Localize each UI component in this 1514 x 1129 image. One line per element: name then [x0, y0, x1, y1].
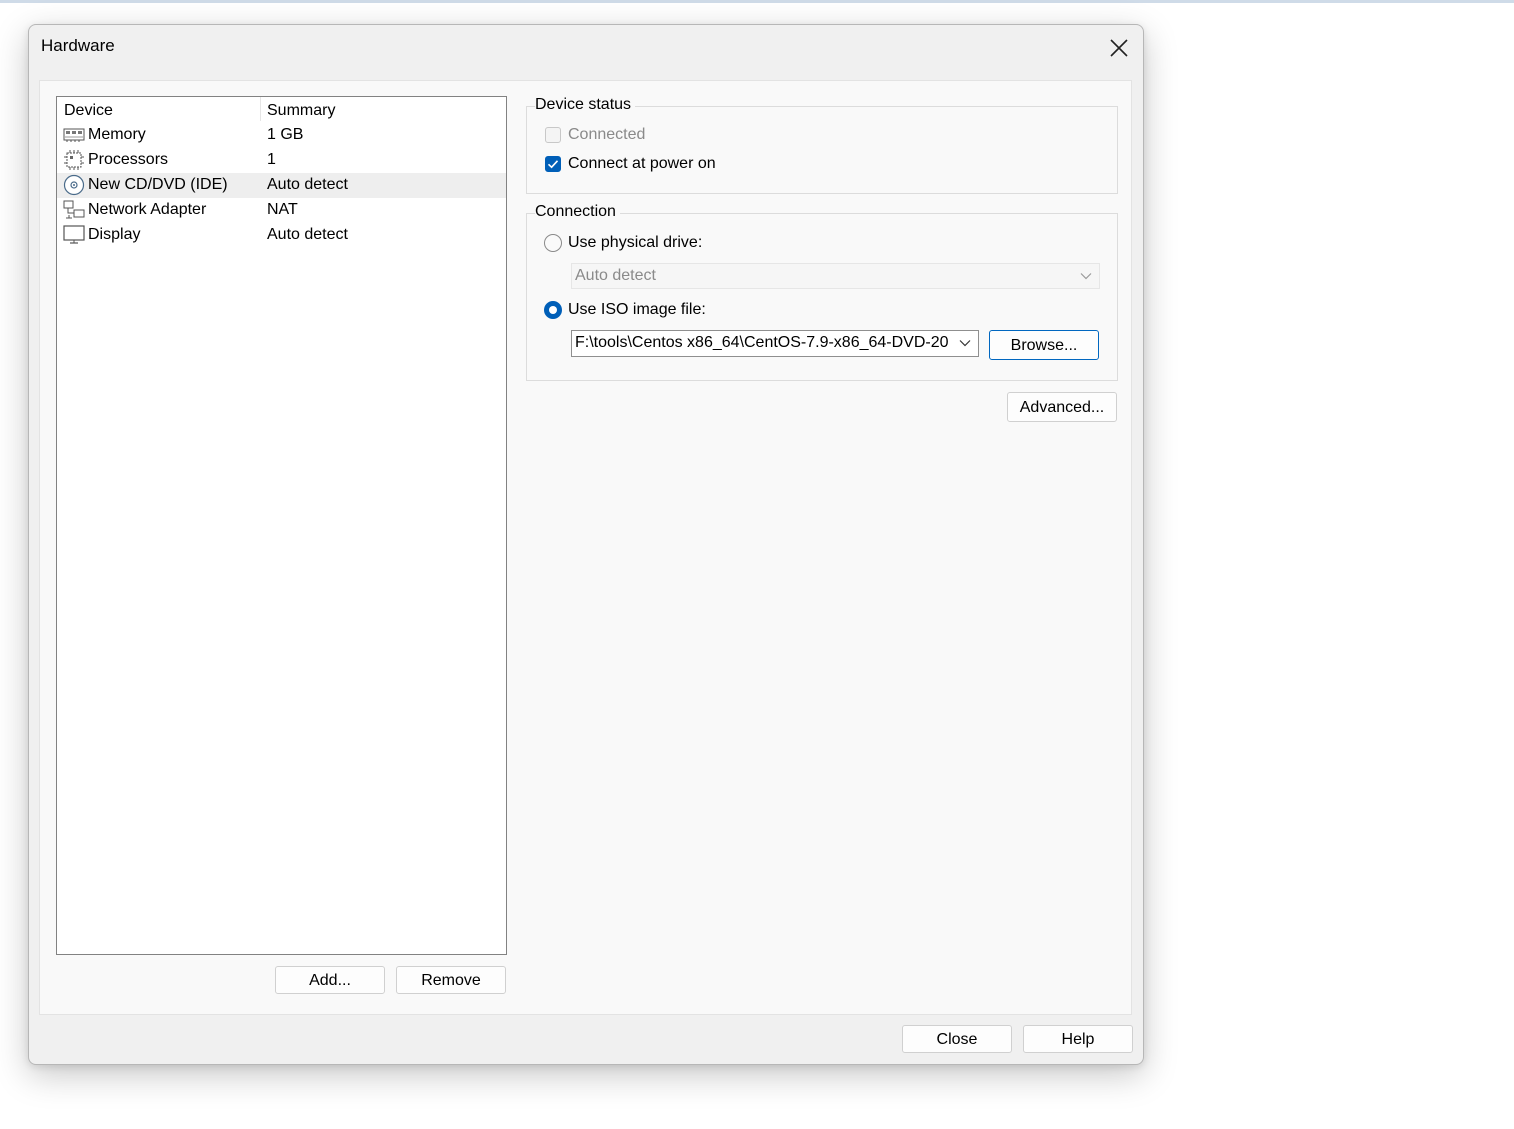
iso-path-value[interactable]: F:\tools\Centos x86_64\CentOS-7.9-x86_64…	[575, 334, 950, 352]
close-icon[interactable]	[1106, 35, 1132, 61]
device-summary: Auto detect	[267, 176, 348, 193]
connect-at-power-on-checkbox[interactable]	[545, 156, 561, 172]
connected-checkbox[interactable]	[545, 127, 561, 143]
close-button[interactable]: Close	[902, 1025, 1012, 1053]
chevron-down-icon	[1080, 273, 1092, 280]
content-panel: Device Summary Memory 1 GB Processors 1 …	[39, 80, 1132, 1015]
network-adapter-icon	[63, 199, 85, 221]
device-row-network-adapter[interactable]: Network Adapter NAT	[57, 198, 506, 223]
connection-group: Connection Use physical drive: Auto dete…	[526, 203, 1118, 381]
title-bar: Hardware	[29, 25, 1143, 71]
physical-drive-value: Auto detect	[575, 267, 656, 284]
device-name: Network Adapter	[88, 201, 207, 218]
device-name: Processors	[88, 151, 169, 168]
remove-button[interactable]: Remove	[396, 966, 506, 994]
device-row-cd-dvd[interactable]: New CD/DVD (IDE) Auto detect	[57, 173, 506, 198]
help-button[interactable]: Help	[1023, 1025, 1133, 1053]
device-row-processors[interactable]: Processors 1	[57, 148, 506, 173]
connected-label: Connected	[568, 126, 646, 143]
iso-path-combo[interactable]: F:\tools\Centos x86_64\CentOS-7.9-x86_64…	[571, 330, 979, 357]
device-status-title: Device status	[535, 96, 636, 114]
cd-dvd-icon	[63, 174, 85, 196]
device-list[interactable]: Device Summary Memory 1 GB Processors 1 …	[56, 96, 507, 955]
column-divider[interactable]	[260, 97, 261, 121]
hardware-dialog: Hardware Device Summary Memory 1 GB Proc…	[28, 24, 1144, 1065]
dialog-title: Hardware	[41, 36, 115, 55]
device-name: Display	[88, 226, 141, 243]
display-icon	[63, 224, 85, 246]
connect-at-power-on-label: Connect at power on	[568, 155, 716, 172]
use-physical-drive-label: Use physical drive:	[568, 234, 703, 251]
device-row-memory[interactable]: Memory 1 GB	[57, 123, 506, 148]
device-summary: 1 GB	[267, 126, 304, 143]
memory-icon	[63, 124, 85, 146]
device-name: New CD/DVD (IDE)	[88, 176, 228, 193]
chevron-down-icon[interactable]	[959, 339, 971, 347]
use-iso-image-label: Use ISO image file:	[568, 301, 706, 318]
device-summary: NAT	[267, 201, 298, 218]
advanced-button[interactable]: Advanced...	[1007, 392, 1117, 422]
device-name: Memory	[88, 126, 146, 143]
use-iso-image-radio[interactable]	[544, 301, 562, 319]
device-summary: 1	[267, 151, 276, 168]
list-header: Device Summary	[57, 97, 506, 123]
background-window-edge	[0, 0, 1514, 3]
add-button[interactable]: Add...	[275, 966, 385, 994]
physical-drive-select[interactable]: Auto detect	[571, 263, 1100, 289]
device-status-group: Device status Connected Connect at power…	[526, 96, 1118, 194]
processor-icon	[63, 149, 85, 171]
column-header-summary[interactable]: Summary	[267, 102, 335, 120]
device-row-display[interactable]: Display Auto detect	[57, 223, 506, 248]
browse-button[interactable]: Browse...	[989, 330, 1099, 360]
connection-title: Connection	[535, 203, 620, 221]
use-physical-drive-radio[interactable]	[544, 234, 562, 252]
checkmark-icon	[547, 160, 559, 169]
device-summary: Auto detect	[267, 226, 348, 243]
column-header-device[interactable]: Device	[64, 102, 113, 120]
